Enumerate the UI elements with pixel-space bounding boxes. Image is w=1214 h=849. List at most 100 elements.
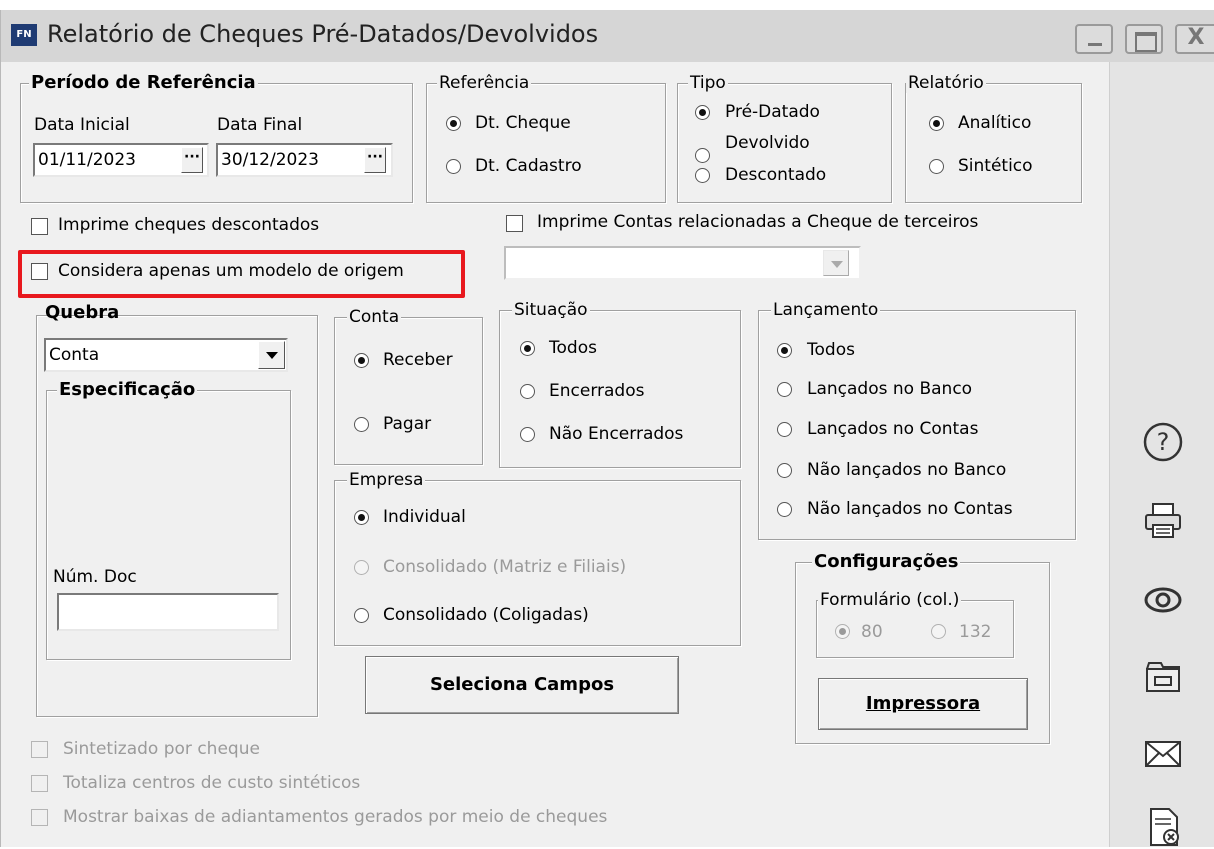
impressora-button[interactable]: Impressora — [818, 678, 1028, 730]
help-icon[interactable]: ? — [1141, 420, 1185, 464]
imprime-descontados-checkbox[interactable] — [31, 218, 48, 235]
mostrar-baixas-checkbox[interactable] — [31, 809, 48, 826]
conta-group: Conta — [334, 307, 483, 465]
data-inicial-label: Data Inicial — [34, 115, 130, 135]
data-final-label: Data Final — [217, 115, 303, 135]
radio-consolidado-coligadas-label: Consolidado (Coligadas) — [383, 605, 589, 625]
radio-dt-cadastro-label: Dt. Cadastro — [475, 156, 582, 176]
modelo-origem-combo[interactable] — [504, 246, 861, 280]
radio-individual[interactable] — [354, 510, 369, 525]
imprime-contas-terceiros-label: Imprime Contas relacionadas a Cheque de … — [537, 212, 979, 232]
totaliza-checkbox[interactable] — [31, 775, 48, 792]
radio-sintetico-label: Sintético — [958, 156, 1033, 176]
radio-nao-lancados-banco[interactable] — [777, 463, 792, 478]
radio-descontado-label: Descontado — [725, 165, 827, 185]
radio-nao-lancados-banco-label: Não lançados no Banco — [807, 460, 1007, 480]
folder-icon[interactable] — [1141, 655, 1185, 699]
formulario-legend: Formulário (col.) — [818, 590, 962, 610]
radio-nao-lancados-contas-label: Não lançados no Contas — [807, 499, 1013, 519]
close-icon: X — [1187, 25, 1205, 50]
mostrar-baixas-label: Mostrar baixas de adiantamentos gerados … — [63, 807, 608, 827]
data-inicial-picker-button[interactable]: ··· — [181, 147, 203, 173]
radio-sintetico[interactable] — [929, 159, 944, 174]
impressora-button-label: Impressora — [865, 693, 981, 714]
radio-pre-datado[interactable] — [695, 105, 710, 120]
seleciona-campos-button[interactable]: Seleciona Campos — [365, 656, 679, 714]
tipo-legend: Tipo — [688, 73, 728, 93]
quebra-legend: Quebra — [45, 302, 120, 323]
referencia-group: Referência — [426, 73, 666, 203]
radio-devolvido[interactable] — [695, 148, 710, 163]
radio-situacao-todos-label: Todos — [549, 338, 597, 358]
referencia-legend: Referência — [437, 73, 532, 93]
totaliza-label: Totaliza centros de custo sintéticos — [63, 773, 361, 793]
preview-eye-icon[interactable] — [1141, 578, 1185, 622]
num-doc-input[interactable] — [57, 593, 279, 631]
conta-legend: Conta — [347, 307, 402, 327]
radio-nao-lancados-contas[interactable] — [777, 502, 792, 517]
radio-situacao-todos[interactable] — [520, 341, 535, 356]
quebra-select[interactable]: Conta — [44, 338, 288, 372]
especificacao-legend: Especificação — [57, 379, 198, 400]
radio-encerrados[interactable] — [520, 384, 535, 399]
radio-dt-cheque[interactable] — [446, 116, 461, 131]
email-icon[interactable] — [1141, 732, 1185, 776]
title-bar: FN Relatório de Cheques Pré-Datados/Devo… — [1, 10, 1214, 62]
close-button[interactable]: X — [1175, 24, 1214, 54]
sintetizado-label: Sintetizado por cheque — [63, 739, 260, 759]
radio-nao-encerrados[interactable] — [520, 427, 535, 442]
radio-devolvido-label: Devolvido — [725, 133, 810, 153]
maximize-button[interactable] — [1125, 24, 1163, 54]
radio-lancados-contas-label: Lançados no Contas — [807, 419, 979, 439]
ellipsis-icon: ··· — [184, 149, 200, 165]
sintetizado-checkbox[interactable] — [31, 741, 48, 758]
radio-lancamento-todos[interactable] — [777, 343, 792, 358]
radio-consolidado-matriz-label: Consolidado (Matriz e Filiais) — [383, 557, 627, 577]
quebra-dropdown-arrow-icon[interactable] — [258, 341, 285, 369]
relatorio-group: Relatório — [905, 73, 1082, 203]
data-final-value: 30/12/2023 — [221, 150, 319, 170]
periodo-legend: Período de Referência — [29, 72, 258, 93]
radio-lancamento-todos-label: Todos — [807, 340, 855, 360]
radio-pagar[interactable] — [354, 417, 369, 432]
radio-individual-label: Individual — [383, 507, 466, 527]
radio-pagar-label: Pagar — [383, 414, 432, 434]
empresa-legend: Empresa — [347, 470, 426, 490]
radio-col-80[interactable] — [835, 624, 850, 639]
minimize-button[interactable] — [1075, 24, 1113, 54]
report-dialog: FN Relatório de Cheques Pré-Datados/Devo… — [0, 10, 1214, 847]
radio-receber-label: Receber — [383, 350, 453, 370]
imprime-descontados-label: Imprime cheques descontados — [58, 215, 320, 235]
radio-pre-datado-label: Pré-Datado — [725, 102, 820, 122]
radio-receber[interactable] — [354, 353, 369, 368]
radio-dt-cadastro[interactable] — [446, 159, 461, 174]
radio-dt-cheque-label: Dt. Cheque — [475, 113, 571, 133]
radio-encerrados-label: Encerrados — [549, 381, 645, 401]
imprime-contas-terceiros-checkbox[interactable] — [506, 215, 523, 232]
document-cancel-icon[interactable] — [1141, 805, 1185, 849]
radio-consolidado-matriz[interactable] — [354, 560, 369, 575]
svg-text:?: ? — [1157, 428, 1170, 456]
data-inicial-value: 01/11/2023 — [38, 150, 136, 170]
radio-col-132[interactable] — [931, 624, 946, 639]
radio-analitico-label: Analítico — [958, 113, 1032, 133]
relatorio-legend: Relatório — [906, 73, 986, 93]
situacao-legend: Situação — [512, 300, 590, 320]
lancamento-legend: Lançamento — [771, 300, 881, 320]
ellipsis-icon: ··· — [367, 149, 383, 165]
radio-lancados-contas[interactable] — [777, 422, 792, 437]
num-doc-label: Núm. Doc — [53, 567, 137, 587]
printer-icon[interactable] — [1141, 498, 1185, 542]
radio-consolidado-coligadas[interactable] — [354, 608, 369, 623]
radio-lancados-banco-label: Lançados no Banco — [807, 379, 973, 399]
configuracoes-legend: Configurações — [812, 551, 961, 572]
data-final-picker-button[interactable]: ··· — [364, 147, 386, 173]
seleciona-campos-label: Seleciona Campos — [429, 674, 615, 695]
radio-lancados-banco[interactable] — [777, 382, 792, 397]
modelo-origem-dropdown-arrow-icon[interactable] — [823, 250, 849, 276]
radio-col-80-label: 80 — [861, 622, 883, 642]
window-title: Relatório de Cheques Pré-Datados/Devolvi… — [47, 20, 599, 48]
radio-nao-encerrados-label: Não Encerrados — [549, 424, 684, 444]
radio-descontado[interactable] — [695, 168, 710, 183]
radio-analitico[interactable] — [929, 116, 944, 131]
